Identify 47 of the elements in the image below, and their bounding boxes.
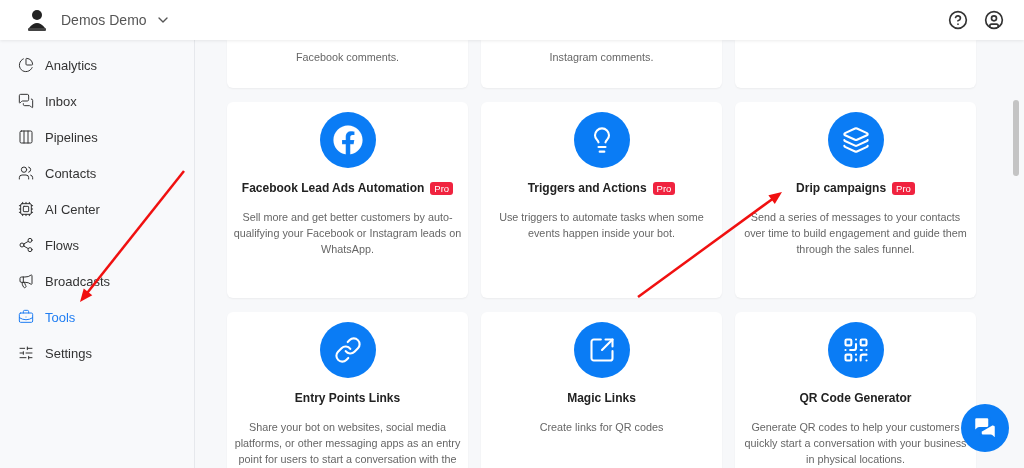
card-title: Drip campaigns [796, 181, 887, 195]
tool-card[interactable]: Instagram comments. [481, 40, 722, 88]
chip-icon [18, 201, 34, 217]
scrollbar-thumb[interactable] [1013, 100, 1019, 176]
sidebar-item[interactable]: Tools [0, 299, 194, 335]
sidebar-item[interactable]: Settings [0, 335, 194, 371]
card-description: Facebook comments. [295, 50, 400, 65]
nodes-icon [18, 237, 34, 253]
people-icon [18, 165, 34, 181]
help-icon[interactable] [948, 10, 968, 30]
toolbox-icon [18, 309, 34, 325]
user-icon[interactable] [984, 10, 1004, 30]
pie-chart-icon [18, 57, 34, 73]
card-description: Share your bot on websites, social media platforms, or other messaging apps as an entry point for users to start a conversation with the [233, 420, 462, 467]
sidebar-item[interactable]: Analytics [0, 47, 194, 83]
tool-card[interactable]: Facebook Lead Ads Automation Pro Sell more and get better customers by auto-qualifying your Facebook or Instagram leads on WhatsApp. [227, 102, 468, 298]
card-description: Generate QR codes to help your customers quickly start a conversation with your business in physical locations. [743, 420, 968, 467]
card-title: Entry Points Links [294, 391, 401, 405]
tool-card[interactable]: QR Code Generator Generate QR codes to help your customers quickly start a conversation with your business in physical locations. [735, 312, 976, 468]
sidebar-item[interactable]: Flows [0, 227, 194, 263]
sidebar-item[interactable]: Pipelines [0, 119, 194, 155]
sidebar-item[interactable]: Contacts [0, 155, 194, 191]
sidebar-item[interactable]: AI Center [0, 191, 194, 227]
pro-badge: Pro [430, 181, 454, 195]
sliders-icon [18, 345, 34, 361]
account-name[interactable]: Demos Demo [61, 12, 147, 28]
card-description: Use triggers to automate tasks when some events happen inside your bot. [498, 210, 705, 241]
tool-card[interactable]: Entry Points Links Share your bot on websites, social media platforms, or other messaging apps as an entry point for users to start a conversation with the [227, 312, 468, 468]
tool-card[interactable]: Facebook comments. [227, 40, 468, 88]
card-description: Instagram comments. [549, 50, 654, 65]
card-title: Triggers and Actions [527, 181, 647, 195]
avatar-icon[interactable] [25, 8, 49, 32]
megaphone-icon [18, 273, 34, 289]
tool-card[interactable]: Drip campaigns Pro Send a series of messages to your contacts over time to build engagement and guide them through the sales funnel. [735, 102, 976, 298]
card-title: QR Code Generator [799, 391, 912, 405]
tool-card[interactable]: Magic Links Create links for QR codes [481, 312, 722, 468]
tool-card[interactable]: Triggers and Actions Pro Use triggers to automate tasks when some events happen inside your bot. [481, 102, 722, 298]
card-title: Magic Links [567, 391, 636, 405]
chat-bubbles-icon [18, 93, 34, 109]
columns-icon [18, 129, 34, 145]
card-description: Sell more and get better customers by auto-qualifying your Facebook or Instagram leads on WhatsApp. [233, 210, 462, 257]
pro-badge: Pro [652, 181, 676, 195]
sidebar-item[interactable]: Inbox [0, 83, 194, 119]
card-title: Facebook Lead Ads Automation [241, 181, 425, 195]
pro-badge: Pro [892, 181, 915, 195]
card-description: Create links for QR codes [539, 420, 664, 435]
card-description: Send a series of messages to your contacts over time to build engagement and guide them through the sales funnel. [743, 210, 968, 257]
